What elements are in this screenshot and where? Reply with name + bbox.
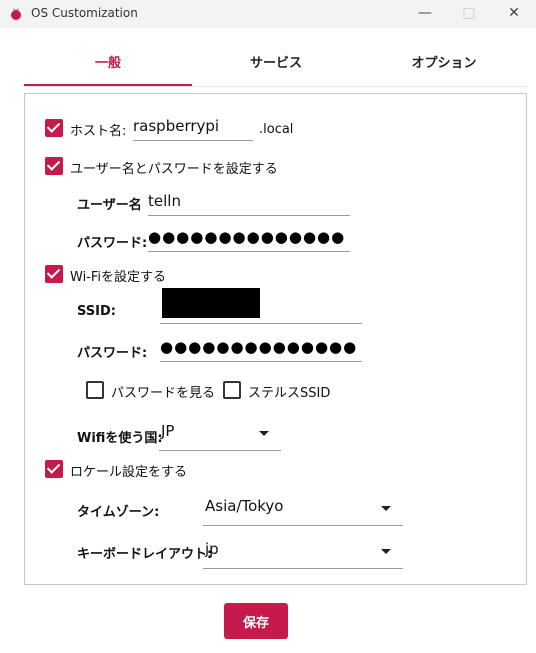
save-button[interactable]: 保存 bbox=[224, 603, 288, 639]
ssid-input[interactable] bbox=[160, 288, 362, 324]
stealth-ssid-label: ステルスSSID bbox=[248, 386, 331, 401]
locale-label: ロケール設定をする bbox=[70, 465, 188, 480]
title-bar: OS Customization — □ ✕ bbox=[0, 0, 536, 28]
close-icon[interactable]: ✕ bbox=[499, 2, 529, 24]
wifi-password-input[interactable]: ●●●●●●●●●●●●●● bbox=[160, 335, 362, 362]
ssid-label: SSID: bbox=[77, 304, 116, 319]
username-input[interactable]: telln bbox=[148, 189, 350, 216]
username-value: telln bbox=[148, 192, 181, 210]
chevron-down-icon bbox=[381, 549, 391, 554]
set-user-label: ユーザー名とパスワードを設定する bbox=[70, 162, 278, 177]
wifi-checkbox[interactable] bbox=[45, 265, 63, 283]
hostname-suffix: .local bbox=[259, 122, 294, 137]
timezone-label: タイムゾーン: bbox=[77, 505, 160, 520]
maximize-icon: □ bbox=[462, 5, 476, 21]
wifi-country-label: Wifiを使う国: bbox=[77, 431, 163, 446]
tab-services[interactable]: サービス bbox=[192, 38, 360, 84]
tab-bar: 一般 サービス オプション bbox=[24, 38, 528, 87]
tab-options[interactable]: オプション bbox=[360, 38, 528, 84]
show-password-label: パスワードを見る bbox=[111, 386, 216, 401]
keyboard-value: jp bbox=[205, 540, 219, 558]
hostname-value: raspberrypi bbox=[133, 117, 220, 135]
locale-checkbox[interactable] bbox=[45, 460, 63, 478]
wifi-password-dots: ●●●●●●●●●●●●●● bbox=[160, 338, 358, 356]
hostname-input[interactable]: raspberrypi bbox=[133, 114, 253, 141]
wifi-label: Wi-Fiを設定する bbox=[70, 270, 167, 285]
chevron-down-icon bbox=[381, 506, 391, 511]
settings-panel: ホスト名: raspberrypi .local ユーザー名とパスワードを設定す… bbox=[24, 93, 527, 585]
minimize-icon[interactable]: — bbox=[410, 2, 440, 24]
hostname-label: ホスト名: bbox=[70, 124, 127, 139]
show-password-checkbox[interactable] bbox=[86, 381, 104, 399]
set-user-checkbox[interactable] bbox=[45, 157, 63, 175]
stealth-ssid-checkbox[interactable] bbox=[223, 381, 241, 399]
user-password-label: パスワード: bbox=[77, 236, 148, 251]
timezone-select[interactable]: Asia/Tokyo bbox=[203, 494, 403, 526]
window-title: OS Customization bbox=[31, 6, 138, 20]
tab-general[interactable]: 一般 bbox=[24, 38, 192, 86]
wifi-country-select[interactable]: JP bbox=[159, 419, 281, 451]
keyboard-select[interactable]: jp bbox=[203, 537, 403, 569]
username-label: ユーザー名 bbox=[77, 198, 142, 213]
wifi-password-label: パスワード: bbox=[77, 346, 148, 361]
raspberry-icon bbox=[11, 8, 21, 20]
keyboard-label: キーボードレイアウト: bbox=[77, 547, 213, 562]
wifi-country-value: JP bbox=[161, 422, 175, 440]
ssid-redacted bbox=[162, 288, 260, 318]
user-password-dots: ●●●●●●●●●●●●●● bbox=[148, 228, 346, 246]
user-password-input[interactable]: ●●●●●●●●●●●●●● bbox=[148, 225, 350, 252]
chevron-down-icon bbox=[259, 431, 269, 436]
hostname-checkbox[interactable] bbox=[45, 119, 63, 137]
timezone-value: Asia/Tokyo bbox=[205, 497, 284, 515]
